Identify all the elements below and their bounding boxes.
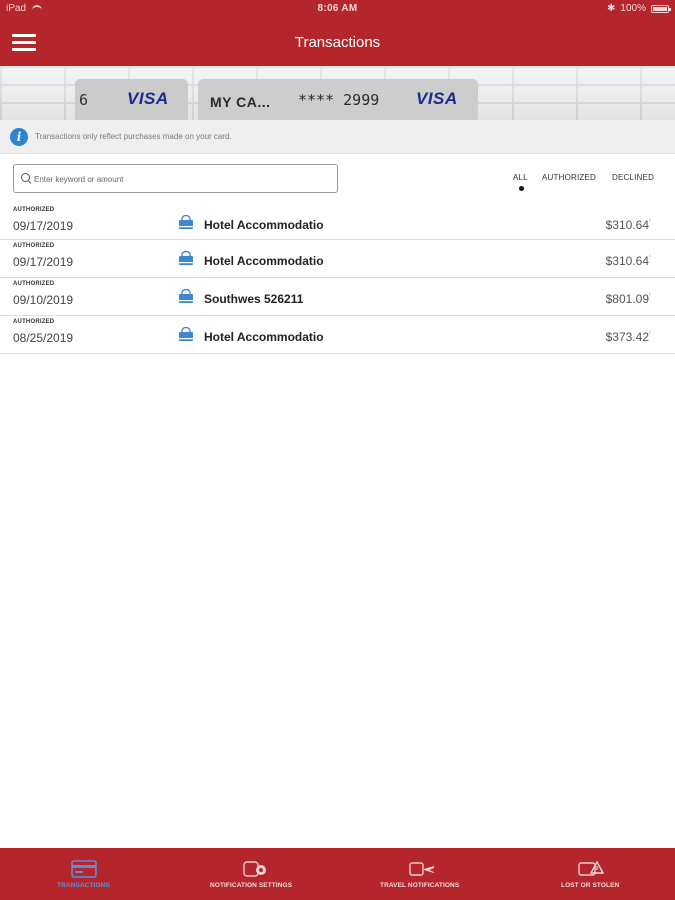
tab-label: NOTIFICATION SETTINGS — [210, 882, 293, 889]
status-time: 8:06 AM — [317, 3, 358, 14]
transaction-amount: $310.64 — [605, 218, 649, 232]
filter-tab-declined[interactable]: DECLINED — [612, 173, 654, 182]
transaction-amount: $310.64 — [605, 254, 649, 268]
transaction-merchant: Hotel Accommodatio — [204, 330, 324, 344]
transaction-list: AUTHORIZED 09/17/2019 Hotel Accommodatio… — [0, 204, 675, 354]
transaction-amount: $373.42 — [605, 330, 649, 344]
shopping-bag-icon — [179, 251, 193, 265]
table-row[interactable]: AUTHORIZED 09/17/2019 Hotel Accommodatio… — [0, 204, 675, 240]
battery-icon — [651, 4, 671, 13]
status-bar: iPad 8:06 AM ✱ 100% — [0, 0, 675, 18]
card-current[interactable]: MY CA... **** 2999 VISA — [198, 79, 478, 120]
visa-logo: VISA — [127, 89, 169, 108]
tab-label: TRANSACTIONS — [57, 882, 110, 889]
lost-stolen-warning-icon — [578, 860, 604, 876]
filter-tabs: ALL AUTHORIZED DECLINED — [0, 173, 675, 195]
tab-label: TRAVEL NOTIFICATIONS — [380, 882, 460, 889]
visa-logo: VISA — [416, 89, 458, 108]
card-previous-digit: 6 — [79, 91, 89, 109]
battery-percent: 100% — [620, 3, 646, 14]
transaction-status: AUTHORIZED — [13, 207, 55, 213]
transaction-date: 09/17/2019 — [13, 255, 74, 269]
shopping-bag-icon — [179, 289, 193, 303]
transaction-status: AUTHORIZED — [13, 281, 55, 287]
card-name: MY CA... — [210, 94, 271, 110]
table-row[interactable]: AUTHORIZED 08/25/2019 Hotel Accommodatio… — [0, 316, 675, 354]
nav-bar: Transactions — [0, 18, 675, 66]
status-right: ✱ 100% — [607, 3, 671, 14]
transaction-date: 09/17/2019 — [13, 219, 74, 233]
active-filter-indicator — [519, 186, 524, 191]
card-previous[interactable]: 6 VISA — [75, 79, 188, 120]
transaction-date: 09/10/2019 — [13, 293, 74, 307]
transaction-merchant: Hotel Accommodatio — [204, 254, 324, 268]
transaction-date: 08/25/2019 — [13, 331, 74, 345]
tab-label: LOST OR STOLEN — [561, 882, 620, 889]
transaction-status: AUTHORIZED — [13, 319, 55, 325]
tab-notification-settings[interactable]: NOTIFICATION SETTINGS — [170, 848, 338, 900]
notification-settings-icon — [243, 861, 266, 877]
page-title: Transactions — [294, 34, 381, 51]
card-number: **** 2999 — [298, 91, 380, 109]
bottom-tab-bar: TRANSACTIONS NOTIFICATION SETTINGS TRAVE… — [0, 848, 675, 900]
bluetooth-icon: ✱ — [607, 3, 616, 14]
chevron-right-icon: › — [648, 329, 651, 336]
info-bar: i Transactions only reflect purchases ma… — [0, 120, 675, 154]
travel-plane-icon — [409, 862, 434, 876]
shopping-bag-icon — [179, 215, 193, 229]
chevron-right-icon: › — [648, 291, 651, 298]
info-text: Transactions only reflect purchases made… — [35, 132, 232, 141]
card-icon — [71, 860, 97, 878]
transaction-merchant: Hotel Accommodatio — [204, 218, 324, 232]
transaction-amount: $801.09 — [605, 292, 649, 306]
transaction-status: AUTHORIZED — [13, 243, 55, 249]
chevron-right-icon: › — [648, 217, 651, 224]
shopping-bag-icon — [179, 327, 193, 341]
table-row[interactable]: AUTHORIZED 09/17/2019 Hotel Accommodatio… — [0, 240, 675, 278]
transaction-merchant: Southwes 526211 — [204, 292, 304, 306]
filter-tab-all[interactable]: ALL — [513, 173, 528, 182]
table-row[interactable]: AUTHORIZED 09/10/2019 Southwes 526211 $8… — [0, 278, 675, 316]
chevron-right-icon: › — [648, 253, 651, 260]
info-icon: i — [10, 128, 28, 146]
tab-travel-notifications[interactable]: TRAVEL NOTIFICATIONS — [338, 848, 506, 900]
filter-tab-authorized[interactable]: AUTHORIZED — [542, 173, 596, 182]
tab-lost-or-stolen[interactable]: LOST OR STOLEN — [506, 848, 675, 900]
card-carousel[interactable]: 6 VISA MY CA... **** 2999 VISA — [0, 66, 675, 120]
tab-transactions[interactable]: TRANSACTIONS — [0, 848, 170, 900]
